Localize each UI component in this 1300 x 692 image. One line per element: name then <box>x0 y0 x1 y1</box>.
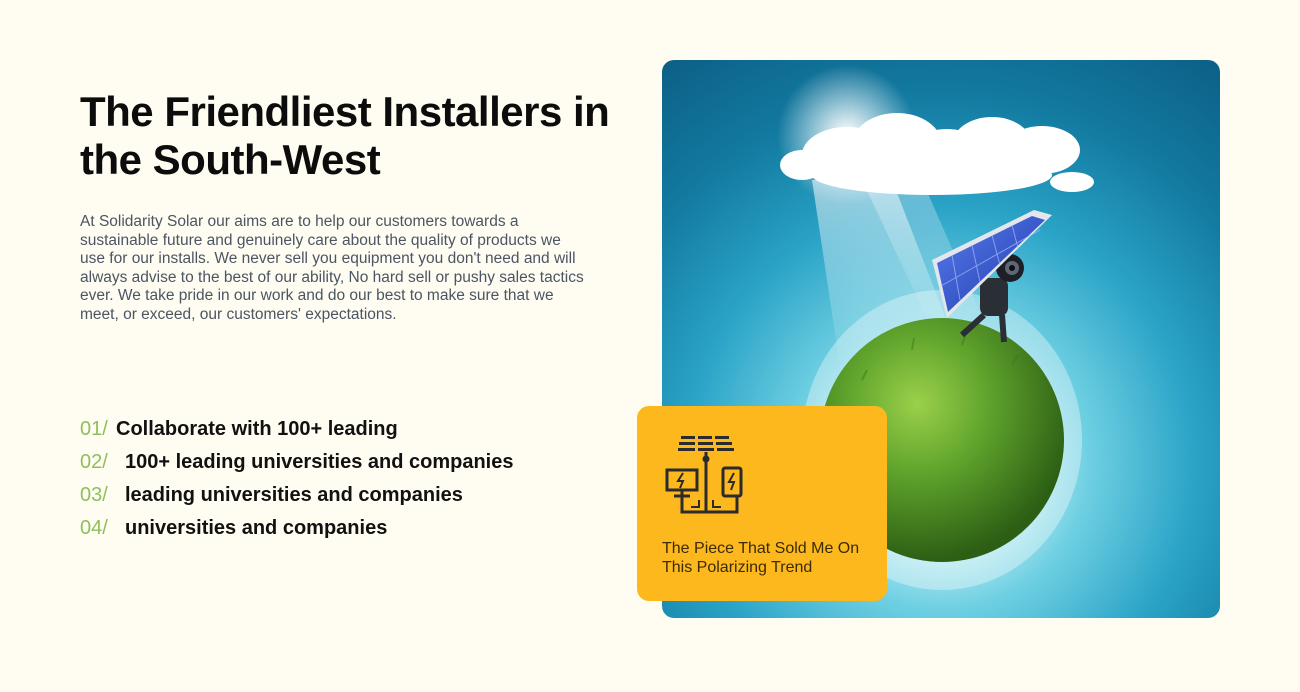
section-heading: The Friendliest Installers in the South-… <box>80 88 610 183</box>
feature-item: 01/ Collaborate with 100+ leading <box>80 418 514 451</box>
feature-item: 02/ 100+ leading universities and compan… <box>80 451 514 484</box>
feature-item: 03/ leading universities and companies <box>80 484 514 517</box>
feature-text: 100+ leading universities and companies <box>125 451 514 473</box>
feature-text: leading universities and companies <box>125 484 463 506</box>
feature-number: 03/ <box>80 484 108 506</box>
feature-number: 02/ <box>80 451 108 473</box>
feature-number: 01/ <box>80 418 108 440</box>
solar-energy-system-icon <box>665 432 747 522</box>
feature-item: 04/ universities and companies <box>80 517 514 550</box>
feature-list: 01/ Collaborate with 100+ leading 02/ 10… <box>80 418 514 550</box>
section-description: At Solidarity Solar our aims are to help… <box>80 213 584 323</box>
feature-text: universities and companies <box>125 517 388 539</box>
feature-number: 04/ <box>80 517 108 539</box>
feature-text: Collaborate with 100+ leading <box>116 418 398 440</box>
card-caption: The Piece That Sold Me On This Polarizin… <box>662 540 860 576</box>
feature-card[interactable]: The Piece That Sold Me On This Polarizin… <box>637 406 887 601</box>
